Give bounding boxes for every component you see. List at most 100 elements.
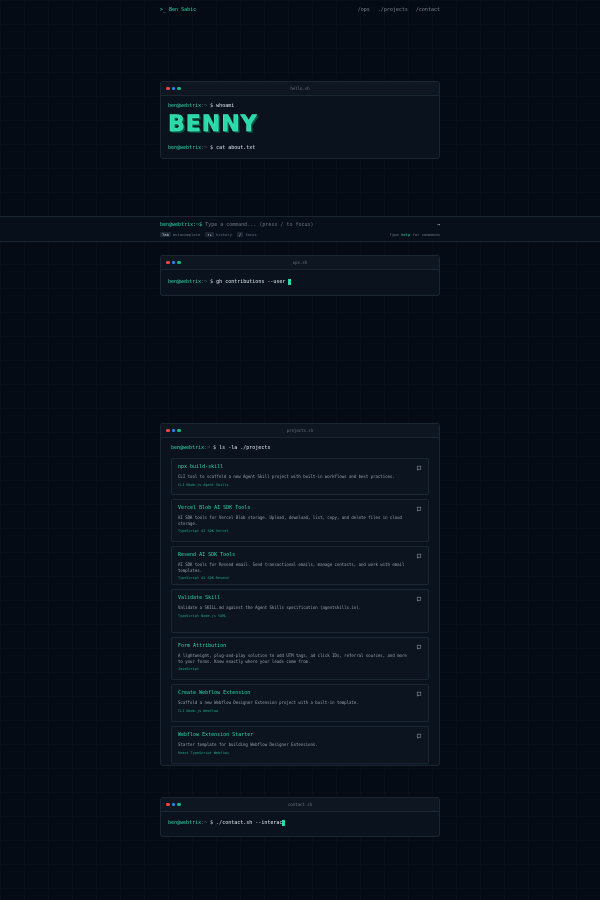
project-card[interactable]: Vercel Blob AI SDK Tools AI SDK tools fo… [171, 499, 429, 542]
terminal-ops: ops.sh ben@webtrix:~ $ gh contributions … [160, 255, 440, 296]
terminal-title: contact.sh [287, 802, 313, 807]
project-description: A lightweight, plug-and-play solution to… [178, 653, 407, 664]
prompt-line: ben@webtrix:~ $ gh contributions --user [168, 278, 432, 286]
prompt-path: :~ [201, 820, 208, 826]
github-icon[interactable] [416, 733, 422, 739]
help-word: help [401, 232, 411, 237]
hint-key: ↑↓ [205, 232, 214, 237]
project-tags: TypeScript AI SDK Resend [178, 576, 229, 580]
command-placeholder: Type a command... (press / to focus) [205, 222, 314, 228]
hint-label: history [215, 232, 232, 237]
project-tags: CLI Node.js Agent Skills [178, 482, 229, 487]
nav-links: /ops ./projects /contact [358, 7, 440, 13]
github-icon[interactable] [416, 553, 422, 559]
ascii-logo: BENNY [168, 112, 258, 138]
command-text: cat about.txt [216, 145, 256, 151]
terminal-icon: >_ [160, 7, 167, 13]
project-description: CLI tool to scaffold a new Agent Skill p… [178, 474, 395, 479]
prompt-line: ben@webtrix:~ $ whoami [168, 102, 432, 110]
prompt-path: :~ [201, 279, 208, 285]
terminal-title: ops.sh [292, 260, 308, 265]
help-suffix: for commands [412, 232, 440, 237]
project-description: Validate a SKILL.md against the Agent Sk… [178, 605, 362, 610]
project-name[interactable]: Create Webflow Extension [178, 690, 422, 696]
project-card[interactable]: npx build-skill CLI tool to scaffold a n… [171, 458, 429, 495]
terminal-title: hello.sh [290, 86, 310, 91]
project-description: Scaffold a new Webflow Designer Extensio… [178, 700, 359, 705]
prompt-user: ben@webtrix [171, 445, 205, 451]
project-card[interactable]: Webflow Extension Starter Starter templa… [171, 726, 429, 764]
terminal-titlebar: contact.sh [161, 798, 439, 812]
terminal-titlebar: hello.sh [161, 82, 439, 96]
project-card[interactable]: Create Webflow Extension Scaffold a new … [171, 684, 429, 722]
terminal-whoami: hello.sh ben@webtrix:~ $ whoami BENNY be… [160, 81, 440, 159]
terminal-title: projects.sh [286, 428, 314, 433]
hint-label: focus [245, 232, 257, 237]
hint-key: Tab [160, 232, 171, 237]
command-bar: ben@webtrix:~$ Type a command... (press … [0, 216, 600, 242]
project-tags: JavaScript [178, 667, 200, 671]
brand-name: Ben Sabic [169, 7, 197, 13]
prompt-dollar: $ [210, 145, 214, 151]
project-card[interactable]: Form Attribution A lightweight, plug-and… [171, 637, 429, 680]
prompt-dollar: $ [213, 445, 217, 451]
project-tags: React TypeScript Webflow [178, 750, 229, 755]
project-name[interactable]: Vercel Blob AI SDK Tools [178, 505, 422, 511]
command-prompt: ben@webtrix:~$ [160, 222, 203, 228]
terminal-contact: contact.sh ben@webtrix:~ $ ./contact.sh … [160, 797, 440, 837]
project-name[interactable]: npx build-skill [178, 464, 422, 470]
prompt-path: :~ [201, 145, 208, 151]
prompt-line: ben@webtrix:~ $ cat about.txt [168, 144, 432, 152]
project-card[interactable]: Validate Skill Validate a SKILL.md again… [171, 589, 429, 633]
project-description: AI SDK tools for Vercel Blob storage. Up… [178, 515, 402, 526]
project-list: npx build-skill CLI tool to scaffold a n… [171, 458, 429, 764]
prompt-path: :~ [201, 103, 208, 109]
nav-link-contact[interactable]: /contact [416, 7, 440, 13]
hint-label: autocomplete [172, 232, 201, 237]
prompt-user: ben@webtrix [168, 103, 202, 109]
command-input[interactable]: ben@webtrix:~$ Type a command... (press … [160, 222, 314, 228]
project-tags: TypeScript Node.js YAML [178, 613, 227, 618]
project-tags: CLI Node.js Webflow [178, 708, 219, 713]
prompt-line: ben@webtrix:~ $ ./contact.sh --interac [168, 819, 432, 827]
prompt-line: ben@webtrix:~ $ ls -la ./projects [171, 444, 429, 452]
submit-arrow-icon[interactable]: → [437, 222, 440, 228]
github-icon[interactable] [416, 465, 422, 471]
project-name[interactable]: Resend AI SDK Tools [178, 552, 422, 558]
project-name[interactable]: Form Attribution [178, 643, 422, 649]
top-nav: >_ Ben Sabic /ops ./projects /contact [0, 0, 600, 20]
terminal-titlebar: projects.sh [161, 424, 439, 438]
project-card[interactable]: Resend AI SDK Tools AI SDK tools for Res… [171, 546, 429, 585]
keyboard-hints: Tab autocomplete ↑↓ history / focus [160, 232, 257, 237]
nav-link-ops[interactable]: /ops [358, 7, 370, 13]
command-text: gh contributions --user [216, 279, 286, 285]
project-name[interactable]: Webflow Extension Starter [178, 732, 422, 738]
github-icon[interactable] [416, 691, 422, 697]
command-text: ls -la ./projects [219, 445, 271, 451]
github-icon[interactable] [416, 506, 422, 512]
brand[interactable]: >_ Ben Sabic [160, 7, 196, 13]
github-icon[interactable] [416, 596, 422, 602]
prompt-dollar: $ [210, 279, 214, 285]
command-text: ./contact.sh --interac [216, 820, 283, 826]
command-text: whoami [216, 103, 235, 109]
project-description: AI SDK tools for Resend email. Send tran… [178, 562, 405, 573]
terminal-projects: projects.sh ben@webtrix:~ $ ls -la ./pro… [160, 423, 440, 766]
prompt-user: ben@webtrix [168, 279, 202, 285]
nav-link-projects[interactable]: ./projects [378, 7, 408, 13]
prompt-dollar: $ [210, 820, 214, 826]
project-name[interactable]: Validate Skill [178, 595, 422, 601]
project-description: Starter template for building Webflow De… [178, 742, 318, 747]
text-cursor [282, 820, 286, 826]
text-cursor [288, 279, 292, 285]
github-icon[interactable] [416, 644, 422, 650]
terminal-titlebar: ops.sh [161, 256, 439, 270]
hint-key: / [236, 232, 244, 237]
project-tags: TypeScript AI SDK Vercel [178, 529, 229, 533]
prompt-dollar: $ [210, 103, 214, 109]
help-prefix: Type [389, 232, 399, 237]
prompt-user: ben@webtrix [168, 145, 202, 151]
help-hint: Type help for commands [390, 232, 440, 237]
prompt-path: :~ [204, 445, 211, 451]
prompt-user: ben@webtrix [168, 820, 202, 826]
